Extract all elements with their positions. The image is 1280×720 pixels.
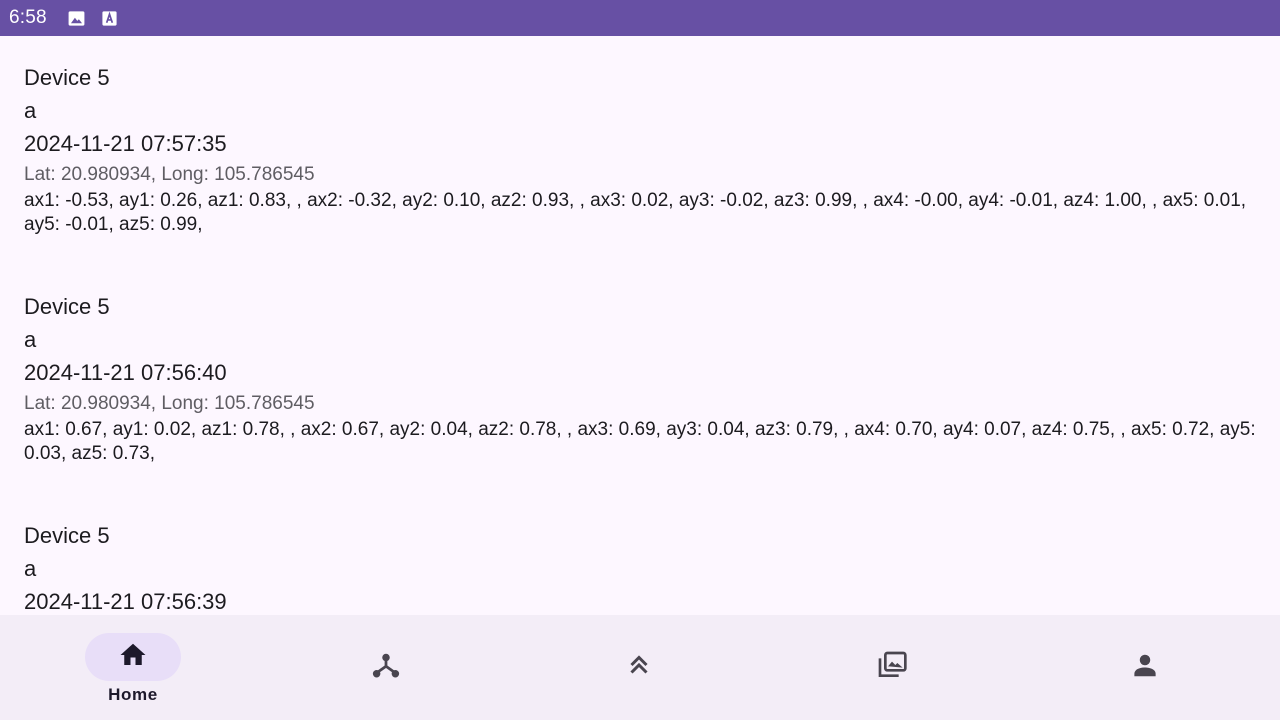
person-icon <box>1130 650 1160 685</box>
message-text: a <box>24 98 37 123</box>
nav-pill-upgrade <box>591 643 687 691</box>
message-text: a <box>24 556 37 581</box>
gallery-icon <box>876 649 908 686</box>
nav-item-home[interactable]: Home <box>5 615 261 720</box>
double-chevron-up-icon <box>624 650 654 685</box>
sensor-readings: ax1: 0.67, ay1: 0.02, az1: 0.78, , ax2: … <box>24 419 1256 464</box>
timestamp: 2024-11-21 07:56:40 <box>24 360 227 385</box>
timestamp: 2024-11-21 07:57:35 <box>24 131 227 156</box>
hub-icon <box>371 650 401 685</box>
nav-item-upgrade[interactable] <box>511 615 767 720</box>
list-item[interactable]: Device 5 a 2024-11-21 07:56:39 <box>24 519 1264 615</box>
location-text: Lat: 20.980934, Long: 105.786545 <box>24 164 315 185</box>
timestamp: 2024-11-21 07:56:39 <box>24 589 227 614</box>
device-name: Device 5 <box>24 294 110 319</box>
nav-item-gallery[interactable] <box>764 615 1020 720</box>
nav-item-hub[interactable] <box>258 615 514 720</box>
device-name: Device 5 <box>24 523 110 548</box>
list-item[interactable]: Device 5 a 2024-11-21 07:56:40 Lat: 20.9… <box>24 290 1264 466</box>
nav-pill-profile <box>1097 643 1193 691</box>
image-icon <box>67 9 86 28</box>
message-text: a <box>24 327 37 352</box>
status-bar: 6:58 <box>0 0 1280 36</box>
sensor-readings: ax1: -0.53, ay1: 0.26, az1: 0.83, , ax2:… <box>24 190 1247 235</box>
nav-pill-home <box>85 633 181 681</box>
location-text: Lat: 20.980934, Long: 105.786545 <box>24 393 315 414</box>
list-item[interactable]: Device 5 a 2024-11-21 07:57:35 Lat: 20.9… <box>24 61 1264 237</box>
nav-pill-gallery <box>844 643 940 691</box>
status-time: 6:58 <box>9 7 47 28</box>
device-name: Device 5 <box>24 65 110 90</box>
bottom-navigation: Home <box>0 615 1280 720</box>
nav-pill-hub <box>338 643 434 691</box>
keyboard-a-icon <box>100 9 119 28</box>
record-list[interactable]: Device 5 a 2024-11-21 07:57:35 Lat: 20.9… <box>0 36 1280 615</box>
nav-label-home: Home <box>108 685 158 704</box>
nav-item-profile[interactable] <box>1017 615 1273 720</box>
home-icon <box>118 640 148 675</box>
